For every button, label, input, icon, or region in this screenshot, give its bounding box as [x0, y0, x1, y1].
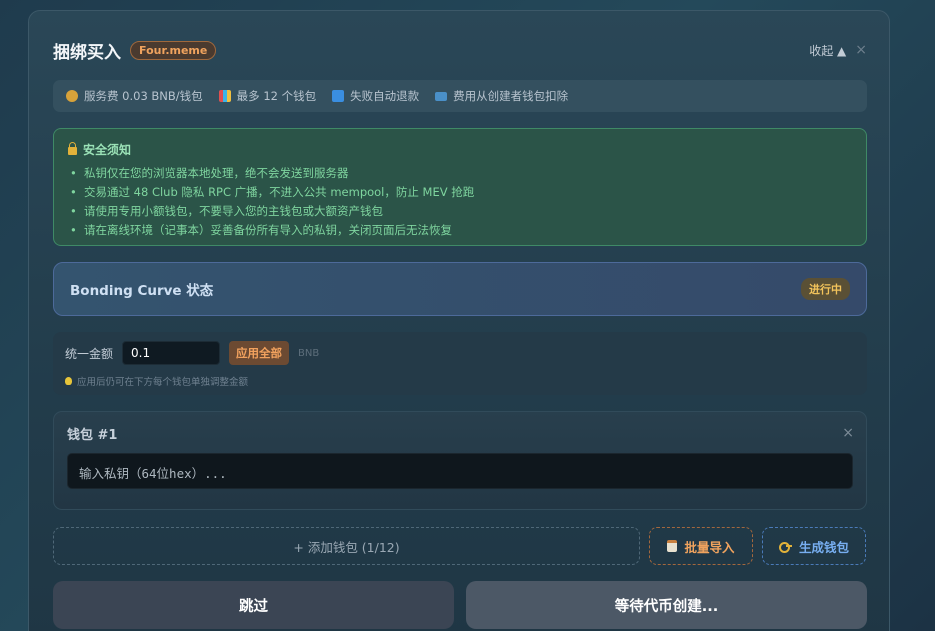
unified-amount-section: 统一金额 0.1 应用全部 BNB 应用后仍可在下方每个钱包单独调整金额	[53, 332, 867, 395]
bundle-buy-panel: 捆绑买入 Four.meme 收起 ▲ × 服务费 0.03 BNB/钱包 最多…	[28, 10, 890, 631]
wait-token-creation-button[interactable]: 等待代币创建...	[466, 581, 867, 629]
clipboard-icon	[667, 540, 678, 552]
unified-amount-row: 统一金额 0.1 应用全部 BNB	[65, 341, 855, 365]
amount-hint: 应用后仍可在下方每个钱包单独调整金额	[65, 374, 855, 388]
info-item-label: 服务费 0.03 BNB/钱包	[84, 89, 203, 103]
generate-wallet-button[interactable]: 生成钱包	[762, 527, 866, 565]
wallet-card: 钱包 #1 × 输入私钥（64位hex）...	[53, 411, 867, 510]
key-icon	[778, 542, 792, 553]
info-item-refund: 失败自动退款	[332, 88, 419, 104]
chart-icon	[218, 90, 231, 102]
header-controls: 收起 ▲ ×	[809, 42, 867, 59]
list-item: 私钥仅在您的浏览器本地处理，绝不会发送到服务器	[68, 164, 852, 183]
security-notice: 安全须知 私钥仅在您的浏览器本地处理，绝不会发送到服务器 交易通过 48 Clu…	[53, 128, 867, 246]
security-notice-heading: 安全须知	[83, 143, 132, 157]
unified-amount-input[interactable]: 0.1	[122, 341, 221, 365]
info-item-fee: 服务费 0.03 BNB/钱包	[66, 88, 203, 104]
info-item-label: 失败自动退款	[350, 89, 420, 103]
list-item: 请使用专用小额钱包，不要导入您的主钱包或大额资产钱包	[68, 202, 852, 221]
currency-unit: BNB	[298, 347, 320, 359]
platform-tag: Four.meme	[130, 40, 217, 60]
list-item: 交易通过 48 Club 隐私 RPC 广播，不进入公共 mempool，防止 …	[68, 183, 852, 202]
fee-info-bar: 服务费 0.03 BNB/钱包 最多 12 个钱包 失败自动退款 费用从创建者钱…	[53, 80, 867, 112]
bonding-curve-title: Bonding Curve 状态	[70, 283, 214, 299]
remove-wallet-icon[interactable]: ×	[842, 425, 854, 441]
generate-wallet-label: 生成钱包	[798, 539, 849, 555]
list-item: 请在离线环境（记事本）妥善备份所有导入的私钥，关闭页面后无法恢复	[68, 221, 852, 240]
panel-title: 捆绑买入	[53, 42, 121, 63]
amount-hint-text: 应用后仍可在下方每个钱包单独调整金额	[77, 377, 249, 388]
apply-all-button[interactable]: 应用全部	[229, 341, 290, 365]
batch-import-label: 批量导入	[684, 539, 735, 555]
bottom-actions: 跳过 等待代币创建...	[53, 581, 867, 629]
collapse-button[interactable]: 收起 ▲	[809, 42, 846, 59]
info-item-label: 最多 12 个钱包	[236, 89, 317, 103]
lock-icon	[68, 142, 77, 155]
security-notice-title: 安全须知	[68, 141, 852, 158]
security-notice-list: 私钥仅在您的浏览器本地处理，绝不会发送到服务器 交易通过 48 Club 隐私 …	[68, 164, 852, 240]
close-icon[interactable]: ×	[855, 42, 867, 58]
bonding-curve-status: Bonding Curve 状态 进行中	[53, 262, 867, 316]
credit-card-icon	[435, 91, 448, 101]
batch-import-button[interactable]: 批量导入	[649, 527, 753, 565]
private-key-input[interactable]: 输入私钥（64位hex）...	[67, 453, 853, 489]
status-badge: 进行中	[801, 278, 850, 300]
unified-amount-label: 统一金额	[65, 346, 114, 361]
panel-header: 捆绑买入 Four.meme 收起 ▲ ×	[53, 37, 867, 63]
wallet-actions: + 添加钱包 (1/12) 批量导入 生成钱包	[53, 527, 867, 565]
wallet-title: 钱包 #1	[67, 428, 118, 443]
info-item-label: 费用从创建者钱包扣除	[453, 89, 569, 103]
info-item-max-wallets: 最多 12 个钱包	[218, 88, 317, 104]
money-bag-icon	[66, 90, 78, 102]
lightbulb-icon	[65, 377, 72, 385]
info-item-fee-source: 费用从创建者钱包扣除	[435, 88, 568, 104]
refresh-icon	[332, 90, 345, 102]
add-wallet-button[interactable]: + 添加钱包 (1/12)	[53, 527, 640, 565]
skip-button[interactable]: 跳过	[53, 581, 454, 629]
